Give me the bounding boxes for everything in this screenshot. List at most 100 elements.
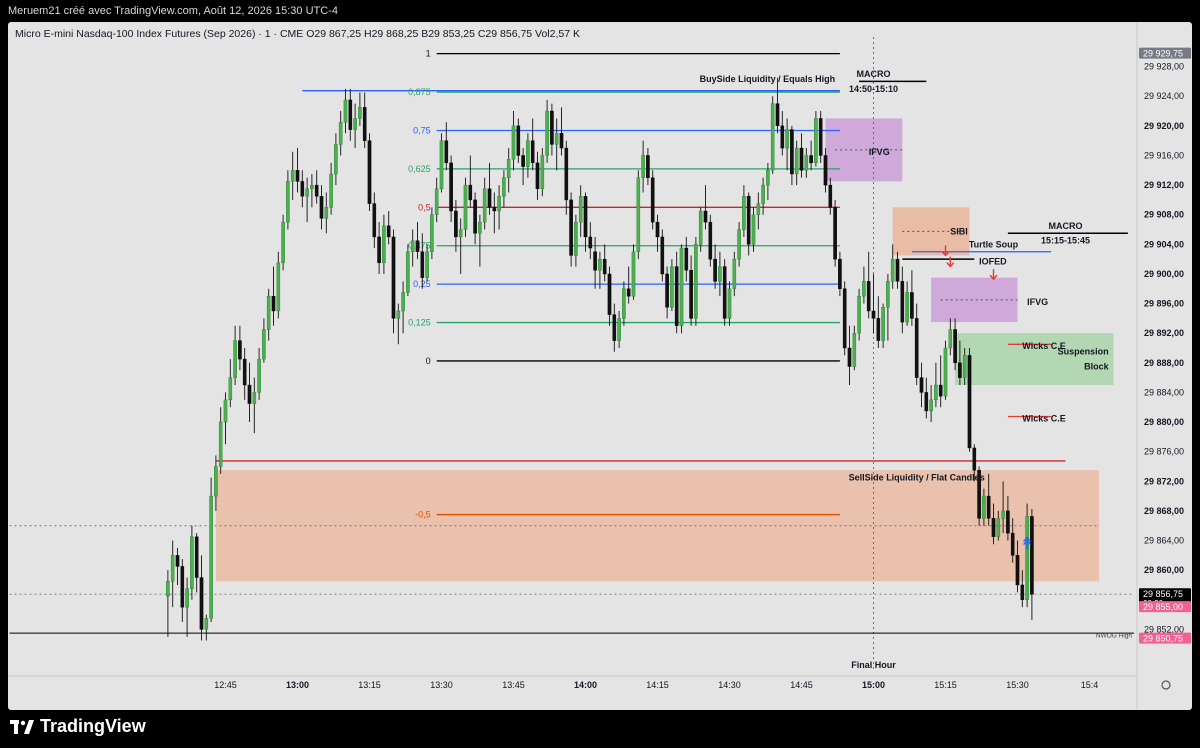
candle-body[interactable] xyxy=(890,258,895,282)
candle-body[interactable] xyxy=(934,384,938,401)
candle-body[interactable] xyxy=(530,140,535,164)
candle-body[interactable] xyxy=(170,555,175,582)
candle-body[interactable] xyxy=(823,155,828,186)
candle-body[interactable] xyxy=(425,251,429,278)
candle-body[interactable] xyxy=(396,310,401,319)
candle-body[interactable] xyxy=(938,384,943,397)
candle-body[interactable] xyxy=(550,110,554,145)
candle-body[interactable] xyxy=(727,288,732,319)
candle-body[interactable] xyxy=(742,196,746,230)
candle-body[interactable] xyxy=(713,258,717,282)
candle-body[interactable] xyxy=(881,307,885,341)
candle-body[interactable] xyxy=(564,147,569,201)
candle-body[interactable] xyxy=(386,225,391,238)
candle-body[interactable] xyxy=(967,355,972,449)
candle-body[interactable] xyxy=(766,170,770,186)
candle-body[interactable] xyxy=(310,184,314,189)
candle-body[interactable] xyxy=(718,266,722,282)
candle-body[interactable] xyxy=(708,221,713,260)
candle-body[interactable] xyxy=(242,358,247,386)
candle-body[interactable] xyxy=(842,288,847,349)
candle-body[interactable] xyxy=(410,240,415,252)
candle-body[interactable] xyxy=(305,188,309,197)
candle-body[interactable] xyxy=(214,466,218,497)
candle-body[interactable] xyxy=(871,310,876,319)
candle-body[interactable] xyxy=(401,292,405,312)
candle-body[interactable] xyxy=(334,144,338,175)
sellside-fvg-zone[interactable] xyxy=(215,470,1100,582)
candle-body[interactable] xyxy=(689,270,693,319)
candle-body[interactable] xyxy=(377,236,381,264)
candle-body[interactable] xyxy=(554,133,559,145)
candle-body[interactable] xyxy=(785,129,789,149)
candle-body[interactable] xyxy=(953,329,957,364)
candle-body[interactable] xyxy=(295,170,300,182)
candle-body[interactable] xyxy=(439,140,444,189)
candle-body[interactable] xyxy=(463,184,468,230)
candle-body[interactable] xyxy=(257,358,261,393)
candle-body[interactable] xyxy=(814,118,818,164)
candle-body[interactable] xyxy=(290,170,295,182)
candle-body[interactable] xyxy=(578,196,583,223)
candle-body[interactable] xyxy=(406,251,410,293)
candle-body[interactable] xyxy=(943,347,948,397)
candle-body[interactable] xyxy=(324,207,329,219)
candle-body[interactable] xyxy=(905,292,909,323)
candle-body[interactable] xyxy=(636,177,641,252)
candle-body[interactable] xyxy=(482,188,487,223)
candle-body[interactable] xyxy=(895,258,900,282)
candle-body[interactable] xyxy=(828,184,833,208)
candle-body[interactable] xyxy=(876,318,881,341)
candle-body[interactable] xyxy=(262,329,266,360)
candle-body[interactable] xyxy=(929,399,933,412)
candle-body[interactable] xyxy=(655,221,660,238)
candle-body[interactable] xyxy=(391,236,396,319)
candle-body[interactable] xyxy=(646,155,650,178)
candle-body[interactable] xyxy=(420,251,425,278)
candle-body[interactable] xyxy=(866,281,871,312)
candle-body[interactable] xyxy=(631,251,636,297)
candle-body[interactable] xyxy=(233,340,237,378)
candle-body[interactable] xyxy=(622,288,626,319)
candle-body[interactable] xyxy=(314,184,319,197)
candle-body[interactable] xyxy=(780,125,785,149)
candle-body[interactable] xyxy=(1030,516,1034,595)
candle-body[interactable] xyxy=(790,129,794,175)
candle-body[interactable] xyxy=(540,155,545,189)
candle-body[interactable] xyxy=(674,266,679,326)
candle-body[interactable] xyxy=(660,236,665,275)
candle-body[interactable] xyxy=(583,196,588,238)
candle-body[interactable] xyxy=(358,107,362,119)
candle-body[interactable] xyxy=(650,177,655,223)
candle-body[interactable] xyxy=(617,318,621,341)
candle-body[interactable] xyxy=(449,162,453,212)
candle-body[interactable] xyxy=(559,133,564,149)
candle-body[interactable] xyxy=(252,392,257,404)
candle-body[interactable] xyxy=(857,295,861,334)
candle-body[interactable] xyxy=(838,258,842,289)
settings-gear-icon[interactable] xyxy=(1161,680,1171,690)
candle-body[interactable] xyxy=(430,214,434,252)
candle-body[interactable] xyxy=(1020,584,1025,600)
candle-body[interactable] xyxy=(382,225,386,264)
candle-body[interactable] xyxy=(972,447,977,471)
candle-body[interactable] xyxy=(526,140,530,167)
candle-body[interactable] xyxy=(588,236,593,249)
candle-body[interactable] xyxy=(991,518,996,538)
candle-body[interactable] xyxy=(612,314,617,341)
candle-body[interactable] xyxy=(1025,516,1029,600)
candle-body[interactable] xyxy=(602,258,607,275)
candle-body[interactable] xyxy=(694,244,698,319)
candle-body[interactable] xyxy=(338,121,343,145)
candle-body[interactable] xyxy=(266,295,271,330)
candle-body[interactable] xyxy=(300,181,305,197)
candle-body[interactable] xyxy=(545,110,549,156)
candle-body[interactable] xyxy=(319,196,324,219)
candle-body[interactable] xyxy=(478,221,482,234)
candle-body[interactable] xyxy=(641,155,645,178)
candle-body[interactable] xyxy=(847,347,852,367)
candle-body[interactable] xyxy=(353,118,357,130)
candle-body[interactable] xyxy=(511,125,516,160)
brand[interactable]: TradingView xyxy=(10,716,146,737)
candle-body[interactable] xyxy=(722,266,727,319)
